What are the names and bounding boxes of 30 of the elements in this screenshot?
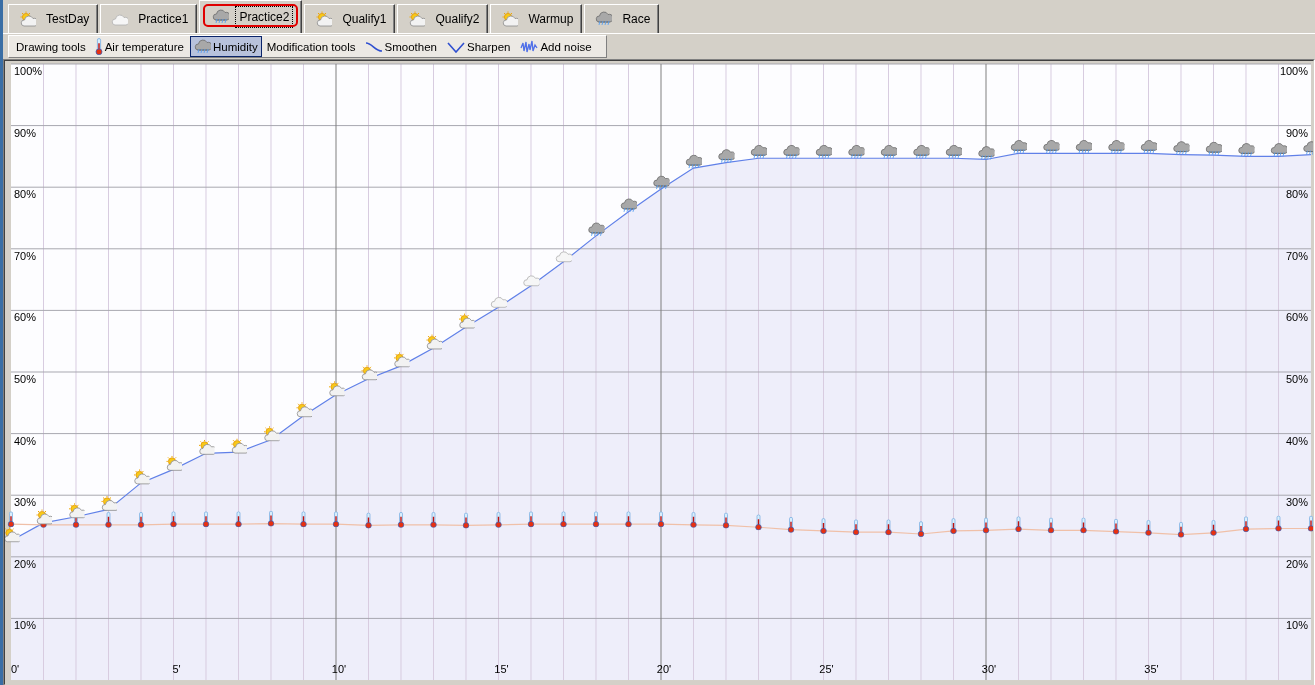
toolbar-label: Drawing tools <box>15 40 87 53</box>
axis-label: 70% <box>1286 249 1308 262</box>
axis-label: 20' <box>656 663 672 676</box>
axis-label: 0' <box>11 663 20 676</box>
axis-label: 10% <box>14 619 36 632</box>
axis-label: 60% <box>1286 311 1308 324</box>
axis-label: 35' <box>1144 663 1159 676</box>
axis-label: 50% <box>1286 372 1308 385</box>
axis-label: 25' <box>819 663 834 676</box>
axis-label: 10% <box>1286 619 1308 632</box>
axis-label: 30% <box>14 496 36 509</box>
axis-label: 20% <box>1286 557 1308 570</box>
axis-label: 90% <box>14 126 36 139</box>
axis-label: 20% <box>14 557 36 570</box>
axis-label: 30% <box>1286 496 1308 509</box>
axis-label: 15' <box>494 663 509 676</box>
axis-label: 60% <box>14 311 36 324</box>
axis-label: 40% <box>14 434 36 447</box>
axis-label: 50% <box>14 372 36 385</box>
axis-label: 100% <box>1279 64 1308 77</box>
axis-label: 10' <box>331 663 347 676</box>
axis-label: 80% <box>14 188 36 201</box>
axis-label: 100% <box>14 64 43 77</box>
toolbar-label: Modification tools <box>265 40 357 53</box>
axis-label: 30' <box>981 663 997 676</box>
axis-label: 70% <box>14 249 36 262</box>
axis-label: 40% <box>1286 434 1308 447</box>
axis-label: 5' <box>172 663 181 676</box>
axis-label: 80% <box>1286 188 1308 201</box>
axis-label: 90% <box>1286 126 1308 139</box>
